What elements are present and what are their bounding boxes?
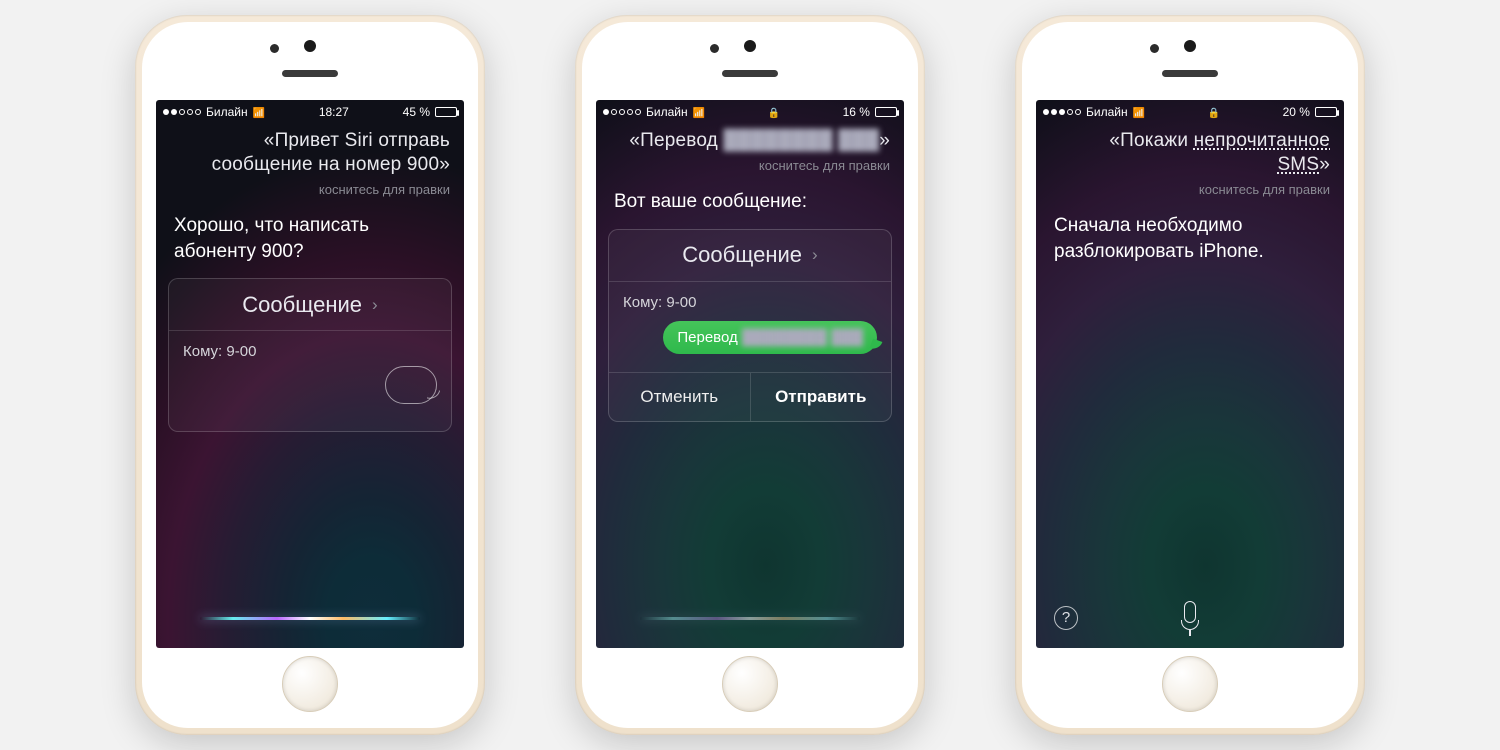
- phone-bezel: Билайн 20 % «Покажи непрочитанное SMS» к…: [1022, 22, 1358, 728]
- phone-bezel: Билайн 18:27 45 % «Привет Siri отправь с…: [142, 22, 478, 728]
- status-time: 18:27: [319, 105, 349, 119]
- siri-query-line2: SMS»: [1050, 154, 1330, 176]
- proximity-sensor: [304, 40, 316, 52]
- phone-top-sensors: [1162, 22, 1218, 100]
- message-card[interactable]: Сообщение › Кому: 9-00: [168, 278, 452, 432]
- tap-to-edit-hint[interactable]: коснитесь для правки: [1036, 180, 1344, 203]
- message-card-title: Сообщение: [242, 292, 362, 318]
- siri-waveform[interactable]: [200, 617, 420, 620]
- send-button[interactable]: Отправить: [751, 373, 892, 421]
- message-card-title: Сообщение: [682, 242, 802, 268]
- cancel-button[interactable]: Отменить: [609, 373, 751, 421]
- signal-dots: [603, 109, 641, 115]
- phone-mockup-2: Билайн 16 % «Перевод ████████ ███» косни…: [575, 15, 925, 735]
- siri-response-line2: абоненту 900?: [174, 241, 304, 262]
- status-bar: Билайн 16 %: [596, 100, 904, 122]
- redacted-text: ████████ ███: [742, 329, 863, 346]
- siri-query-line1: «Привет Siri отправь: [170, 130, 450, 152]
- chevron-right-icon: ›: [372, 295, 378, 315]
- empty-message-bubble-icon: [385, 366, 437, 404]
- phone-screen: Билайн 18:27 45 % «Привет Siri отправь с…: [156, 100, 464, 648]
- battery-pct: 20 %: [1283, 105, 1310, 119]
- home-button[interactable]: [282, 656, 338, 712]
- battery-icon: [435, 107, 457, 117]
- battery-icon: [1315, 107, 1337, 117]
- carrier-label: Билайн: [1086, 105, 1128, 119]
- tap-to-edit-hint[interactable]: коснитесь для правки: [156, 180, 464, 203]
- message-card-header[interactable]: Сообщение ›: [609, 230, 891, 282]
- home-button[interactable]: [722, 656, 778, 712]
- siri-bottom-bar: [156, 588, 464, 648]
- siri-query[interactable]: «Перевод ████████ ███»: [596, 122, 904, 156]
- siri-response-line1: Хорошо, что написать: [174, 215, 369, 236]
- wifi-icon: [1133, 105, 1145, 119]
- siri-query[interactable]: «Привет Siri отправь сообщение на номер …: [156, 122, 464, 180]
- front-camera: [710, 44, 719, 53]
- proximity-sensor: [744, 40, 756, 52]
- to-label: Кому:: [183, 343, 222, 360]
- message-card-body: Кому: 9-00: [169, 331, 451, 431]
- message-to-line: Кому: 9-00: [183, 343, 437, 360]
- siri-response: Хорошо, что написать абоненту 900?: [156, 203, 464, 264]
- phone-screen: Билайн 20 % «Покажи непрочитанное SMS» к…: [1036, 100, 1344, 648]
- signal-dots: [163, 109, 201, 115]
- proximity-sensor: [1184, 40, 1196, 52]
- to-value: 9-00: [666, 294, 696, 311]
- phone-top-sensors: [722, 22, 778, 100]
- microphone-icon[interactable]: [1181, 601, 1199, 635]
- home-button[interactable]: [1162, 656, 1218, 712]
- earpiece-speaker: [722, 70, 778, 77]
- carrier-label: Билайн: [646, 105, 688, 119]
- help-button[interactable]: ?: [1054, 606, 1078, 630]
- siri-response: Вот ваше сообщение:: [596, 179, 904, 215]
- chevron-right-icon: ›: [812, 245, 818, 265]
- outgoing-message-bubble: Перевод ████████ ███: [663, 321, 877, 354]
- message-card-header[interactable]: Сообщение ›: [169, 279, 451, 331]
- lock-icon: [768, 105, 780, 119]
- to-label: Кому:: [623, 294, 662, 311]
- earpiece-speaker: [282, 70, 338, 77]
- message-card[interactable]: Сообщение › Кому: 9-00 Перевод ████████ …: [608, 229, 892, 422]
- status-bar: Билайн 20 %: [1036, 100, 1344, 122]
- message-card-body: Кому: 9-00 Перевод ████████ ███: [609, 282, 891, 372]
- signal-dots: [1043, 109, 1081, 115]
- battery-icon: [875, 107, 897, 117]
- siri-query[interactable]: «Покажи непрочитанное SMS»: [1036, 122, 1344, 180]
- redacted-text: ████████ ███: [723, 130, 879, 152]
- phone-screen: Билайн 16 % «Перевод ████████ ███» косни…: [596, 100, 904, 648]
- message-to-line: Кому: 9-00: [623, 294, 877, 311]
- carrier-label: Билайн: [206, 105, 248, 119]
- siri-waveform[interactable]: [640, 617, 860, 620]
- phone-top-sensors: [282, 22, 338, 100]
- wifi-icon: [693, 105, 705, 119]
- phone-mockup-1: Билайн 18:27 45 % «Привет Siri отправь с…: [135, 15, 485, 735]
- front-camera: [270, 44, 279, 53]
- lock-icon: [1208, 105, 1220, 119]
- siri-bottom-bar: [596, 588, 904, 648]
- wifi-icon: [253, 105, 265, 119]
- earpiece-speaker: [1162, 70, 1218, 77]
- siri-response-line1: Сначала необходимо: [1054, 215, 1242, 236]
- to-value: 9-00: [226, 343, 256, 360]
- battery-pct: 45 %: [403, 105, 430, 119]
- siri-response-line1: Вот ваше сообщение:: [614, 191, 807, 212]
- message-card-actions: Отменить Отправить: [609, 372, 891, 421]
- siri-query-line1: «Перевод ████████ ███»: [610, 130, 890, 152]
- siri-query-line1: «Покажи непрочитанное: [1050, 130, 1330, 152]
- phone-bezel: Билайн 16 % «Перевод ████████ ███» косни…: [582, 22, 918, 728]
- battery-pct: 16 %: [843, 105, 870, 119]
- siri-query-line2: сообщение на номер 900»: [170, 154, 450, 176]
- status-bar: Билайн 18:27 45 %: [156, 100, 464, 122]
- phone-mockup-3: Билайн 20 % «Покажи непрочитанное SMS» к…: [1015, 15, 1365, 735]
- tap-to-edit-hint[interactable]: коснитесь для правки: [596, 156, 904, 179]
- siri-response: Сначала необходимо разблокировать iPhone…: [1036, 203, 1344, 264]
- front-camera: [1150, 44, 1159, 53]
- siri-bottom-bar: ?: [1036, 588, 1344, 648]
- siri-response-line2: разблокировать iPhone.: [1054, 241, 1264, 262]
